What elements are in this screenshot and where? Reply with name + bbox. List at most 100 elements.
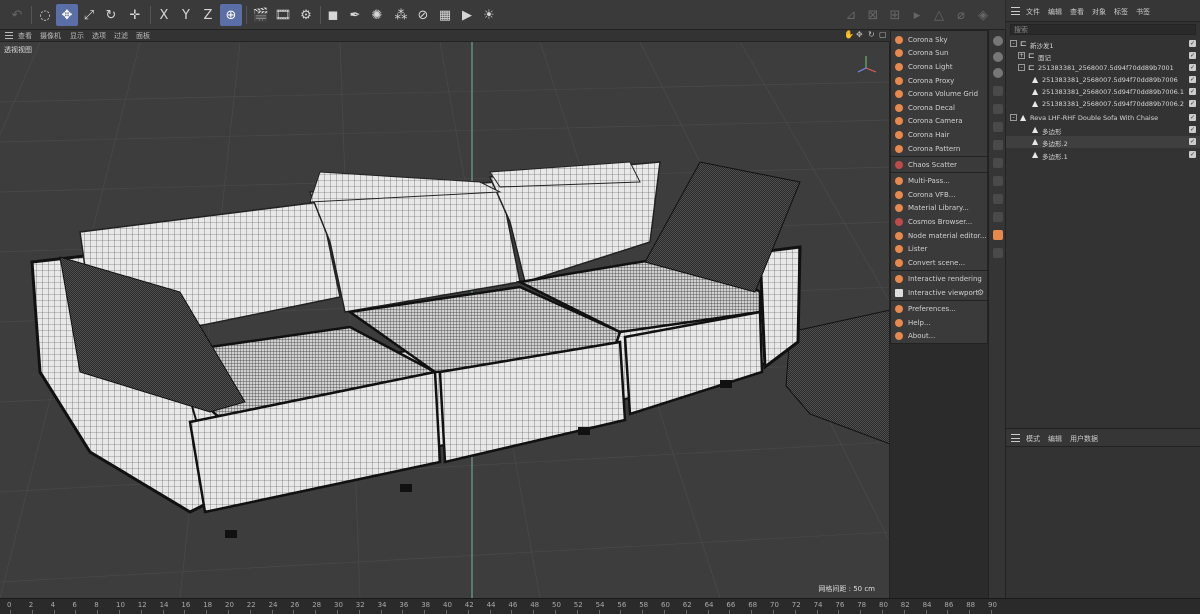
menu-item-corona-volume-grid[interactable]: Corona Volume Grid [891, 87, 988, 100]
checkbox-icon[interactable]: ✓ [1189, 88, 1196, 95]
palette-tool-icon[interactable] [993, 86, 1003, 96]
axis-y-button[interactable]: Y [175, 4, 197, 26]
coordinate-system-icon[interactable]: ⊕ [220, 4, 242, 26]
palette-tool-icon[interactable] [993, 194, 1003, 204]
palette-tool-icon[interactable] [993, 248, 1003, 258]
checkbox-icon[interactable]: ✓ [1189, 40, 1196, 47]
tree-expander[interactable]: - [1010, 40, 1017, 47]
generator-icon[interactable]: ✺ [366, 4, 388, 26]
viewport-menu-panel[interactable]: 面板 [136, 31, 150, 41]
viewport-menu-icon[interactable] [5, 32, 13, 39]
mode-icon-1[interactable]: ⊿ [840, 4, 862, 26]
viewport-menu-options[interactable]: 选项 [92, 31, 106, 41]
menu-item-cosmos-browser[interactable]: Cosmos Browser... [891, 215, 988, 228]
tree-row[interactable]: - ▲ Reva LHF-RHF Double Sofa With Chaise… [1006, 112, 1200, 124]
attr-menu-mode[interactable]: 模式 [1026, 434, 1040, 444]
cloner-icon[interactable]: ⁂ [390, 4, 412, 26]
tree-row[interactable]: ▲ 251383381_2568007.5d94f70dd89b7006.2 ✓ [1006, 98, 1200, 110]
checkbox-icon[interactable]: ✓ [1189, 64, 1196, 71]
mode-icon-4[interactable]: ▸ [906, 4, 928, 26]
axis-x-button[interactable]: X [153, 4, 175, 26]
tree-row[interactable]: ▲ 多边形.1 ✓ [1006, 149, 1200, 161]
obj-menu-bookmarks[interactable]: 书签 [1136, 7, 1150, 17]
palette-mode-icon[interactable] [993, 52, 1003, 62]
rotate-tool-icon[interactable]: ↻ [100, 4, 122, 26]
menu-item-corona-vfb[interactable]: Corona VFB... [891, 188, 988, 201]
viewport-pan-icon[interactable]: ✋ [844, 30, 854, 39]
tree-expander[interactable]: + [1018, 52, 1025, 59]
menu-item-corona-sun[interactable]: Corona Sun [891, 46, 988, 59]
menu-item-material-library[interactable]: Material Library... [891, 201, 988, 214]
menu-item-node-material-editor[interactable]: Node material editor... [891, 229, 988, 242]
render-view-icon[interactable]: 🎬 [250, 4, 272, 26]
back-cushion-top-right[interactable] [489, 161, 641, 188]
menu-item-corona-camera[interactable]: Corona Camera [891, 114, 988, 127]
checkbox-icon[interactable]: ✓ [1189, 138, 1196, 145]
mode-icon-3[interactable]: ⊞ [884, 4, 906, 26]
menu-item-corona-pattern[interactable]: Corona Pattern [891, 142, 988, 155]
palette-mode-icon[interactable] [993, 68, 1003, 78]
object-manager-menu-icon[interactable] [1011, 7, 1020, 15]
checkbox-icon[interactable]: ✓ [1189, 114, 1196, 121]
menu-item-help[interactable]: Help... [891, 316, 988, 329]
tree-row[interactable]: ▲ 251383381_2568007.5d94f70dd89b7006 ✓ [1006, 74, 1200, 86]
menu-item-about[interactable]: About... [891, 329, 988, 342]
checkbox-icon[interactable]: ✓ [1189, 76, 1196, 83]
perspective-viewport[interactable]: 透视视图 网格间距 : 50 cm [0, 42, 890, 598]
move-tool-icon[interactable]: ✥ [56, 4, 78, 26]
obj-menu-object[interactable]: 对象 [1092, 7, 1106, 17]
tree-row[interactable]: - ⊏ 251383381_2568007.5d94f70dd89b7001 ✓ [1006, 62, 1200, 74]
render-settings-icon[interactable]: ⚙ [295, 4, 317, 26]
axis-z-button[interactable]: Z [197, 4, 219, 26]
tree-row[interactable]: ▲ 多边形 ✓ [1006, 124, 1200, 136]
attribute-manager-menu-icon[interactable] [1011, 434, 1020, 442]
scale-tool-icon[interactable]: ⤢ [78, 4, 100, 26]
tree-expander[interactable]: - [1018, 64, 1025, 71]
menu-item-convert-scene[interactable]: Convert scene... [891, 256, 988, 269]
gear-icon[interactable]: ⚙ [977, 288, 984, 297]
viewport-menu-view[interactable]: 查看 [18, 31, 32, 41]
menu-item-corona-hair[interactable]: Corona Hair [891, 128, 988, 141]
palette-tool-icon[interactable] [993, 104, 1003, 114]
palette-tool-icon[interactable] [993, 122, 1003, 132]
checkbox-icon[interactable]: ✓ [1189, 126, 1196, 133]
viewport-menu-display[interactable]: 显示 [70, 31, 84, 41]
menu-item-chaos-scatter[interactable]: Chaos Scatter [891, 158, 988, 171]
menu-item-interactive-viewport[interactable]: Interactive viewport ⚙ [891, 286, 988, 299]
menu-item-preferences[interactable]: Preferences... [891, 302, 988, 315]
menu-item-interactive-rendering[interactable]: Interactive rendering [891, 272, 988, 285]
field-icon[interactable]: ▦ [434, 4, 456, 26]
tree-row[interactable]: + ⊏ 面记 ✓ [1006, 50, 1200, 62]
mode-icon-6[interactable]: ⌀ [950, 4, 972, 26]
live-selection-icon[interactable]: ◌ [34, 4, 56, 26]
obj-menu-view[interactable]: 查看 [1070, 7, 1084, 17]
viewport-move-icon[interactable]: ✥ [856, 30, 863, 39]
checkbox-icon[interactable]: ✓ [1189, 52, 1196, 59]
palette-tool-icon[interactable] [993, 158, 1003, 168]
palette-mode-icon[interactable] [993, 36, 1003, 46]
transform-tool-icon[interactable]: ✛ [124, 4, 146, 26]
cube-object-icon[interactable]: ◼ [322, 4, 344, 26]
tree-row[interactable]: - ⊏ 新沙发1 ✓ [1006, 38, 1200, 50]
deformer-icon[interactable]: ⊘ [412, 4, 434, 26]
obj-menu-tags[interactable]: 标签 [1114, 7, 1128, 17]
menu-item-multi-pass[interactable]: Multi-Pass... [891, 174, 988, 187]
undo-icon[interactable]: ↶ [6, 4, 28, 26]
mode-icon-5[interactable]: △ [928, 4, 950, 26]
camera-icon[interactable]: ▶ [456, 4, 478, 26]
palette-tool-icon[interactable] [993, 176, 1003, 186]
menu-item-corona-proxy[interactable]: Corona Proxy [891, 74, 988, 87]
menu-item-corona-sky[interactable]: Corona Sky [891, 33, 988, 46]
render-picture-viewer-icon[interactable]: 🎞 [272, 4, 294, 26]
attr-menu-edit[interactable]: 编辑 [1048, 434, 1062, 444]
mode-icon-2[interactable]: ⊠ [862, 4, 884, 26]
palette-tool-icon[interactable] [993, 212, 1003, 222]
object-search-input[interactable]: 搜索 [1010, 24, 1196, 35]
spline-pen-icon[interactable]: ✒ [344, 4, 366, 26]
palette-corona-icon[interactable] [993, 230, 1003, 240]
viewport-menu-cameras[interactable]: 摄像机 [40, 31, 61, 41]
ottoman-mesh[interactable] [785, 309, 890, 445]
palette-tool-icon[interactable] [993, 140, 1003, 150]
checkbox-icon[interactable]: ✓ [1189, 151, 1196, 158]
viewport-rotate-icon[interactable]: ↻ [868, 30, 875, 39]
